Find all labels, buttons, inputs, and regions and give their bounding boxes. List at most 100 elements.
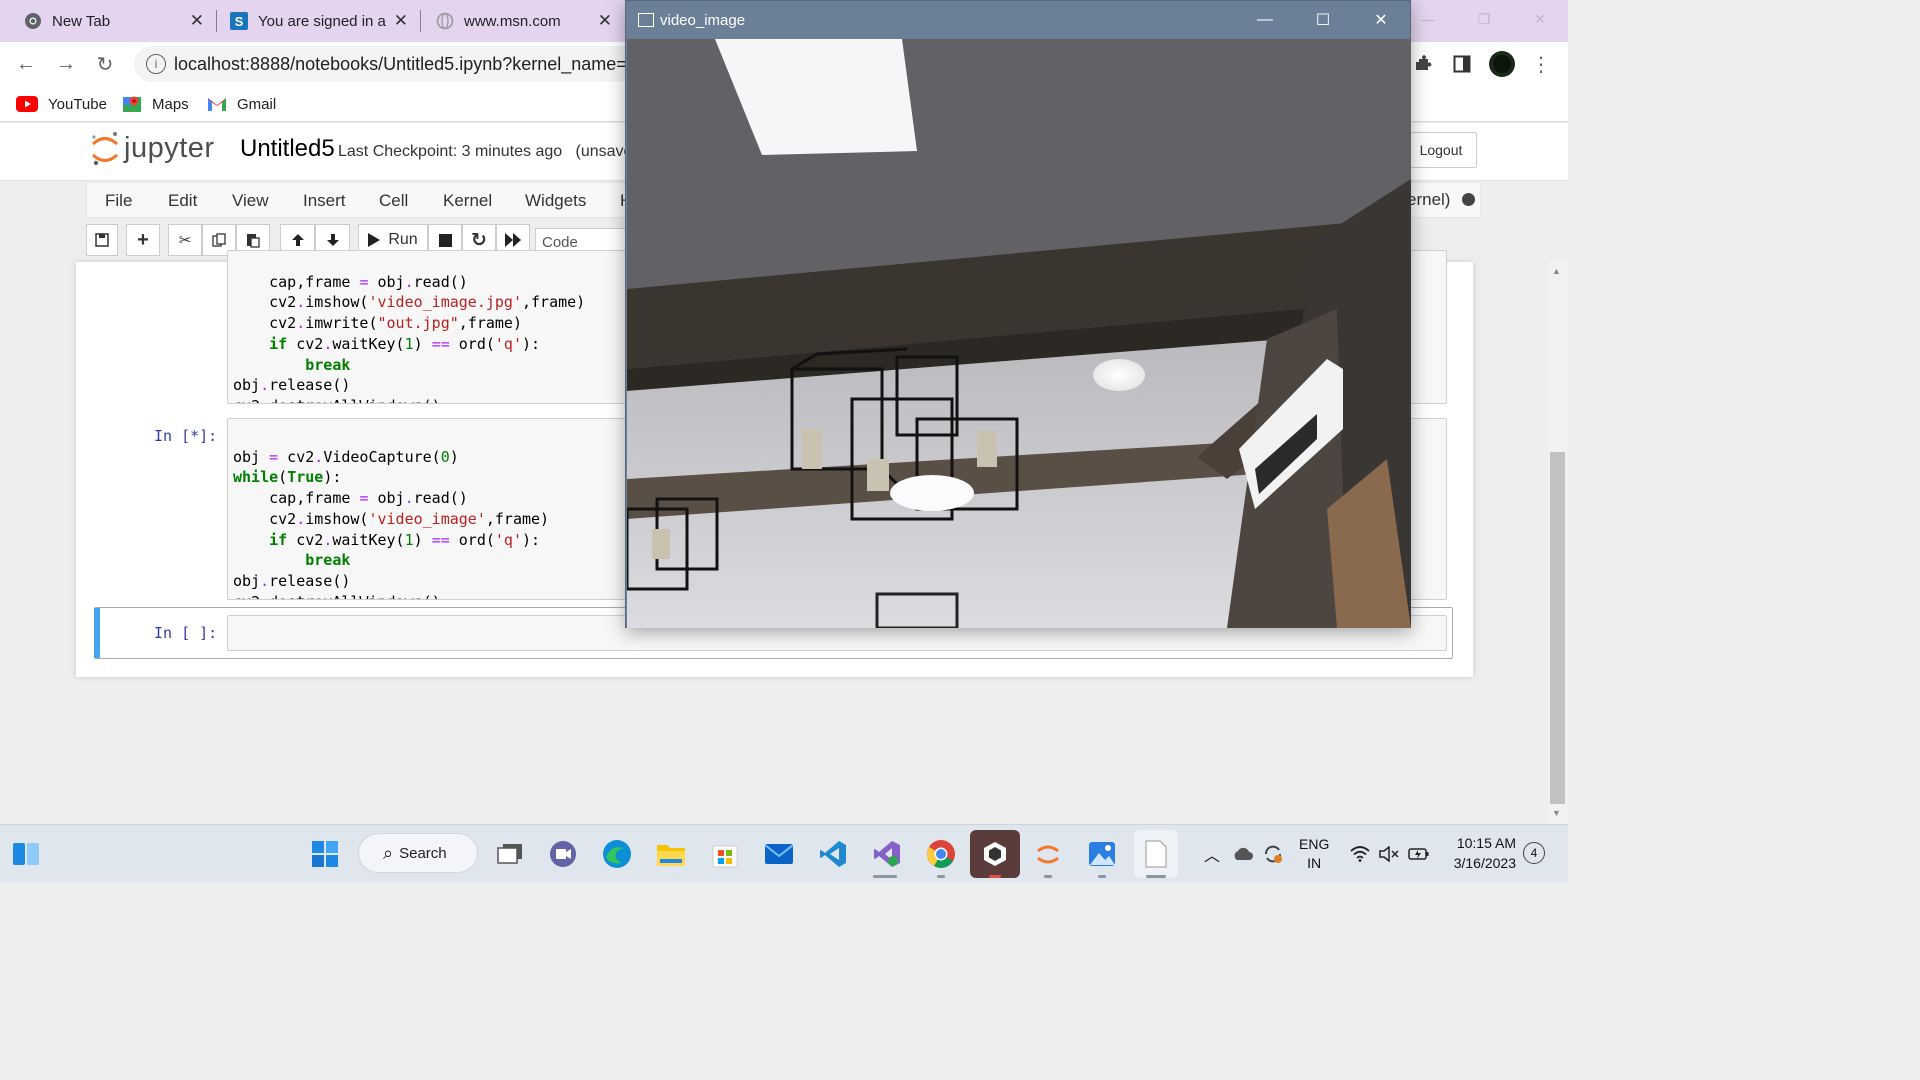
play-icon [368,233,381,247]
battery-icon[interactable] [1408,825,1430,882]
window-app-icon [638,13,654,27]
site-info-icon[interactable]: i [146,54,166,74]
close-icon[interactable]: ✕ [1512,0,1568,38]
bookmark-gmail[interactable]: Gmail [207,92,276,116]
profile-avatar[interactable] [1488,50,1516,78]
run-label: Run [388,231,418,248]
menu-kernel[interactable]: Kernel [443,191,492,211]
url-text: localhost:8888/notebooks/Untitled5.ipynb… [174,53,646,74]
tab-new-tab[interactable]: New Tab ✕ [24,0,210,42]
visual-studio-icon[interactable] [867,835,907,873]
menu-cell[interactable]: Cell [379,191,408,211]
widgets-icon[interactable] [6,835,46,873]
show-hidden-icons[interactable]: ︿ [1204,825,1220,882]
cut-icon[interactable]: ✂ [168,224,202,256]
gmail-icon [207,96,227,112]
close-tab-icon[interactable]: ✕ [598,11,612,31]
tab-title: New Tab [52,12,111,30]
extensions-icon[interactable] [1409,50,1437,78]
clock-time: 10:15 AM [1456,835,1516,851]
notepad-icon[interactable] [1134,830,1178,878]
menu-view[interactable]: View [232,191,269,211]
youtube-icon [16,96,38,112]
jupyter-logo[interactable]: jupyter [90,129,215,167]
video-window-titlebar[interactable]: video_image — ☐ ✕ [626,1,1410,39]
running-indicator [1098,875,1106,878]
logout-button[interactable]: Logout [1405,132,1477,168]
globe-icon [436,12,454,30]
s-logo-icon: S [230,12,248,30]
running-indicator [1146,875,1166,878]
microsoft-store-icon[interactable] [705,835,745,873]
notebook-name[interactable]: Untitled5 [240,135,335,163]
vscode-icon[interactable] [813,835,853,873]
mail-icon[interactable] [759,835,799,873]
chrome-icon [24,12,42,30]
start-icon[interactable] [305,835,345,873]
page-scrollbar[interactable]: ▲ ▼ [1548,262,1568,824]
region-code: IN [1307,855,1322,871]
video-window-title: video_image [660,11,746,29]
python-window-icon[interactable] [970,830,1020,878]
cell-prompt: In [ ]: [154,624,218,642]
running-indicator [989,875,1001,878]
sync-icon[interactable] [1262,825,1284,882]
bookmark-maps[interactable]: Maps [122,92,189,116]
desktop: New Tab ✕ S You are signed in a ✕ www.ms… [0,0,1568,882]
chevron-up-icon: ︿ [1204,848,1221,865]
taskbar-search[interactable]: ⌕ Search [358,833,478,873]
side-panel-icon[interactable] [1448,50,1476,78]
kernel-busy-icon [1462,193,1475,206]
menu-file[interactable]: File [105,191,132,211]
jupyter-wordmark: jupyter [124,131,215,164]
back-arrow-icon[interactable]: ← [12,50,40,78]
file-explorer-icon[interactable] [651,835,691,873]
menu-widgets[interactable]: Widgets [525,191,586,211]
checkpoint-status: Last Checkpoint: 3 minutes ago (unsave [338,143,632,161]
close-tab-icon[interactable]: ✕ [190,11,204,31]
close-tab-icon[interactable]: ✕ [394,11,408,31]
onedrive-icon[interactable] [1232,825,1254,882]
taskbar-clock[interactable]: 10:15 AM 3/16/2023 [1440,833,1516,873]
minimize-icon[interactable]: — [1236,1,1294,39]
language-code: ENG [1299,836,1330,852]
language-indicator[interactable]: ENG IN [1299,825,1329,882]
add-cell-icon[interactable]: + [126,224,160,256]
tab-title: You are signed in a [258,12,386,30]
teams-chat-icon[interactable] [543,835,583,873]
close-icon[interactable]: ✕ [1352,1,1410,39]
forward-arrow-icon[interactable]: → [52,50,80,78]
volume-muted-icon[interactable] [1379,825,1399,882]
notification-badge[interactable]: 4 [1523,842,1545,864]
reload-icon[interactable]: ↻ [91,50,119,78]
photos-icon[interactable] [1082,835,1122,873]
menu-edit[interactable]: Edit [168,191,197,211]
scroll-up-icon[interactable]: ▲ [1552,266,1561,276]
menu-insert[interactable]: Insert [303,191,346,211]
scroll-down-icon[interactable]: ▼ [1552,808,1561,818]
chrome-taskbar-icon[interactable] [921,835,961,873]
tab-msn[interactable]: www.msn.com ✕ [436,0,618,42]
edge-icon[interactable] [597,835,637,873]
save-icon[interactable] [86,224,118,256]
browser-window-controls: — ❐ ✕ [1400,0,1568,38]
checkpoint-text: Last Checkpoint: 3 minutes ago [338,143,563,160]
task-view-icon[interactable] [490,835,530,873]
scrollbar-thumb[interactable] [1550,452,1565,804]
wifi-icon[interactable] [1350,825,1370,882]
bookmark-label: YouTube [48,95,107,113]
jupyter-taskbar-icon[interactable] [1028,835,1068,873]
kernel-indicator: ernel) [1407,190,1451,209]
maximize-icon[interactable]: ☐ [1294,1,1352,39]
bookmark-label: Gmail [237,95,277,113]
running-indicator [1044,875,1052,878]
unsaved-text: (unsave [575,143,633,160]
cell-prompt: In [*]: [154,427,218,445]
maps-icon [122,94,142,114]
tab-signed-in[interactable]: S You are signed in a ✕ [230,0,414,42]
video-image-window[interactable]: video_image — ☐ ✕ [625,0,1411,628]
search-label: Search [399,844,447,862]
bookmark-youtube[interactable]: YouTube [16,92,107,116]
more-menu-icon[interactable]: ⋮ [1527,50,1555,78]
restore-icon[interactable]: ❐ [1456,0,1512,38]
